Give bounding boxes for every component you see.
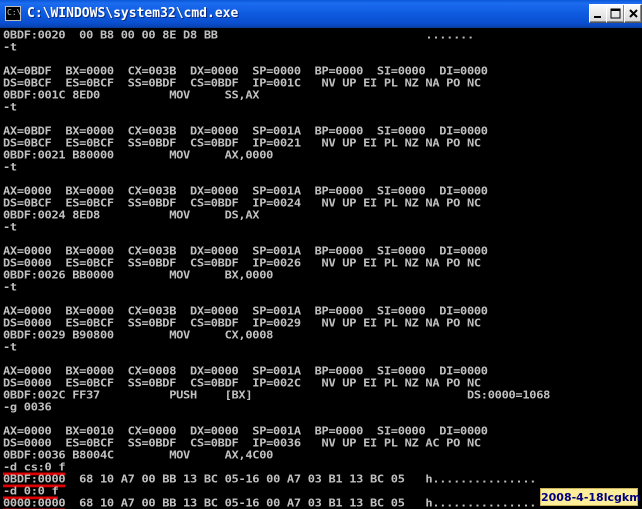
console-line: -t [3,340,17,354]
console-line: DS=0000 ES=0BCF SS=0BDF CS=0BDF IP=0036 … [3,436,481,450]
console-line: -t [3,160,17,174]
console-line: -t [3,220,17,234]
window-title: C:\WINDOWS\system32\cmd.exe [27,6,239,21]
console-line-rest: 68 10 A7 00 BB 13 BC 05-16 00 A7 03 B1 1… [65,472,537,486]
console-line: 0BDF:001C 8ED0 MOV SS,AX [3,88,260,102]
console-line: DS=0BCF ES=0BCF SS=0BDF CS=0BDF IP=0021 … [3,136,481,150]
console-line: -d cs:0 f [3,461,642,476]
console-line: AX=0000 BX=0000 CX=003B DX=0000 SP=001A … [3,184,488,198]
console-line: 0BDF:0020 00 B8 00 00 8E D8 BB ....... [3,29,474,42]
maximize-button[interactable] [606,4,625,23]
maximize-icon [610,8,621,19]
console-line: -t [3,280,17,294]
console-line: AX=0000 BX=0000 CX=0008 DX=0000 SP=001A … [3,364,488,378]
console-icon[interactable]: C:\ [5,6,21,21]
console-line: DS=0BCF ES=0BCF SS=0BDF CS=0BDF IP=001C … [3,76,481,90]
console-line: AX=0000 BX=0010 CX=0000 DX=0000 SP=001A … [3,424,488,438]
console-line: -g 0036 [3,400,52,414]
highlighted-token: 0000:0000 [3,497,66,509]
console-line: -t [3,40,17,54]
console-line: AX=0000 BX=0000 CX=003B DX=0000 SP=001A … [3,244,488,258]
console-line: AX=0BDF BX=0000 CX=003B DX=0000 SP=001A … [3,124,488,138]
watermark-stamp: 2008-4-18lcgkm [540,488,641,506]
console-line: DS=0000 ES=0BCF SS=0BDF CS=0BDF IP=0026 … [3,256,481,270]
console-line: 0BDF:0000 68 10 A7 00 BB 13 BC 05-16 00 … [3,472,642,488]
console-line: 0BDF:0029 B90800 MOV CX,0008 [3,328,274,342]
console-line: DS=0BCF ES=0BCF SS=0BDF CS=0BDF IP=0024 … [3,196,481,210]
minimize-icon [594,16,601,18]
console-line-rest: 68 10 A7 00 BB 13 BC 05-16 00 A7 03 B1 1… [65,496,537,509]
title-bar[interactable]: C:\ C:\WINDOWS\system32\cmd.exe [0,0,642,28]
console-line: AX=0000 BX=0000 CX=003B DX=0000 SP=001A … [3,304,488,318]
console-line: DS=0000 ES=0BCF SS=0BDF CS=0BDF IP=0029 … [3,316,481,330]
console-line: 0BDF:0021 B80000 MOV AX,0000 [3,148,274,162]
console-line: AX=0BDF BX=0000 CX=003B DX=0000 SP=0000 … [3,64,488,78]
close-button[interactable] [624,4,642,23]
console-line: 0BDF:002C FF37 PUSH [BX] DS:0000=1068 [3,388,551,402]
console-line: 0BDF:0036 B8004C MOV AX,4C00 [3,448,274,462]
console-output[interactable]: 0BDF:0020 00 B8 00 00 8E D8 BB ....... -t… [3,29,642,509]
console-line: -t [3,100,17,114]
console-line: 0BDF:0026 BB0000 MOV BX,0000 [3,268,274,282]
console-line: 0BDF:0024 8ED8 MOV DS,AX [3,208,260,222]
cmd-window: C:\ C:\WINDOWS\system32\cmd.exe 0BDF:002… [0,0,642,509]
close-icon [628,9,638,18]
console-line: DS=0000 ES=0BCF SS=0BDF CS=0BDF IP=002C … [3,376,481,390]
